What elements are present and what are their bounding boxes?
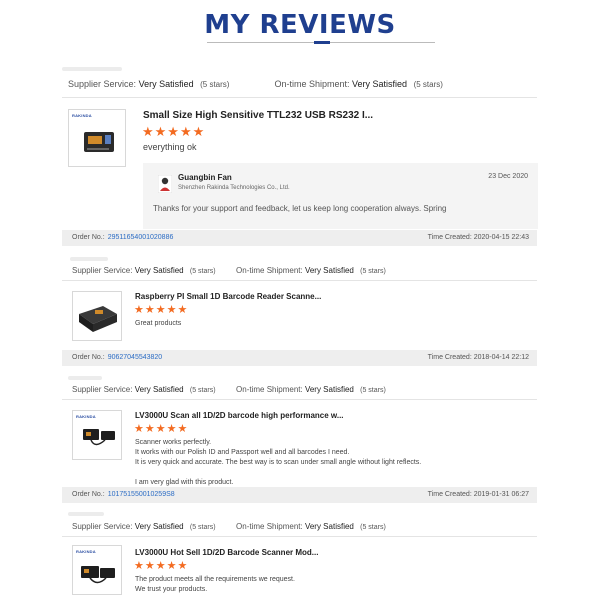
divider [62, 280, 537, 281]
barcode-module-icon [79, 306, 117, 332]
time-created-label: Time Created: [427, 234, 472, 241]
ontime-shipment-value: Very Satisfied [304, 522, 354, 531]
brand-logo-mark: RAKINDA [72, 113, 92, 118]
ontime-shipment-value: Very Satisfied [304, 266, 354, 275]
ontime-shipment-label: On-time Shipment: [274, 79, 350, 89]
blurred-header-line [70, 257, 108, 261]
review-ratings: Supplier Service: Very Satisfied (5 star… [72, 522, 386, 531]
review-text: everything ok [143, 142, 197, 152]
supplier-service-value: Very Satisfied [134, 385, 184, 394]
time-created-label: Time Created: [427, 491, 472, 498]
reply-company: Shenzhen Rakinda Technologies Co., Ltd. [178, 185, 290, 191]
product-thumbnail[interactable]: RAKINDA [68, 109, 126, 167]
page-title: MY REVIEWS [204, 10, 396, 40]
barcode-module-icon [84, 132, 114, 152]
product-title-link[interactable]: Raspberry PI Small 1D Barcode Reader Sca… [135, 292, 321, 301]
review-ratings: Supplier Service: Very Satisfied (5 star… [68, 79, 443, 89]
brand-logo-mark: RAKINDA [76, 414, 96, 419]
ontime-shipment-stars: (5 stars) [413, 80, 443, 89]
supplier-service-value: Very Satisfied [134, 266, 184, 275]
review-text: The product meets all the requirements w… [135, 575, 295, 595]
order-no-link[interactable]: 101751550010259S8 [108, 491, 175, 498]
ontime-shipment-label: On-time Shipment: [236, 522, 303, 531]
product-thumbnail[interactable]: RAKINDA [72, 410, 122, 460]
divider [62, 97, 537, 98]
ontime-shipment-stars: (5 stars) [360, 268, 386, 275]
time-created-value: 2019-01-31 06:27 [473, 491, 529, 498]
reply-text: Thanks for your support and feedback, le… [153, 204, 447, 213]
review-text-line: It is very quick and accurate. The best … [135, 459, 422, 466]
product-thumbnail[interactable] [72, 291, 122, 341]
blurred-header-line [62, 67, 122, 71]
product-thumbnail[interactable]: RAKINDA [72, 545, 122, 595]
brand-logo-mark: RAKINDA [76, 549, 96, 554]
ontime-shipment-label: On-time Shipment: [236, 385, 303, 394]
review-ratings: Supplier Service: Very Satisfied (5 star… [72, 385, 386, 394]
time-created-value: 2018-04-14 22:12 [473, 354, 529, 361]
rating-stars: ★★★★★ [134, 560, 189, 572]
supplier-service-stars: (5 stars) [189, 387, 216, 394]
review-text-line: We trust your products. [135, 586, 208, 593]
review-ratings: Supplier Service: Very Satisfied (5 star… [72, 266, 386, 275]
review-text-line [135, 468, 421, 478]
supplier-service-stars: (5 stars) [200, 80, 230, 89]
divider [62, 399, 537, 400]
order-no-link[interactable]: 90627045543820 [108, 354, 163, 361]
time-created-value: 2020-04-15 22:43 [473, 234, 529, 241]
review-text-line: Scanner works perfectly. [135, 439, 212, 446]
review-text-line: It works with our Polish ID and Passport… [135, 449, 350, 456]
rating-stars: ★★★★★ [134, 423, 189, 435]
ontime-shipment-stars: (5 stars) [360, 387, 386, 394]
order-info-bar: Order No.: 101751550010259S8 Time Created… [62, 487, 537, 503]
blurred-header-line [68, 376, 102, 380]
seller-reply: Guangbin Fan Shenzhen Rakinda Technologi… [143, 163, 538, 229]
rating-stars: ★★★★★ [134, 304, 189, 316]
review-text: Great products [135, 320, 182, 327]
reply-author-name: Guangbin Fan [178, 173, 232, 182]
order-no-label: Order No.: [72, 234, 105, 241]
time-created-label: Time Created: [427, 354, 472, 361]
ontime-shipment-value: Very Satisfied [304, 385, 354, 394]
order-no-label: Order No.: [72, 354, 105, 361]
ontime-shipment-value: Very Satisfied [352, 79, 408, 89]
supplier-service-stars: (5 stars) [189, 268, 216, 275]
product-title-link[interactable]: LV3000U Scan all 1D/2D barcode high perf… [135, 411, 344, 420]
supplier-service-label: Supplier Service: [72, 266, 133, 275]
product-title-link[interactable]: LV3000U Hot Sell 1D/2D Barcode Scanner M… [135, 548, 318, 557]
product-title-link[interactable]: Small Size High Sensitive TTL232 USB RS2… [143, 110, 373, 121]
order-no-link[interactable]: 29511654001020886 [108, 234, 174, 241]
supplier-service-label: Supplier Service: [72, 385, 133, 394]
title-accent [314, 41, 330, 44]
seller-avatar-icon [158, 175, 172, 193]
supplier-service-label: Supplier Service: [68, 79, 137, 89]
reply-date: 23 Dec 2020 [488, 173, 528, 180]
ontime-shipment-stars: (5 stars) [360, 524, 386, 531]
ontime-shipment-label: On-time Shipment: [236, 266, 303, 275]
order-no-label: Order No.: [72, 491, 105, 498]
review-text: Scanner works perfectly. It works with o… [135, 438, 421, 488]
supplier-service-stars: (5 stars) [189, 524, 216, 531]
rating-stars: ★★★★★ [142, 124, 206, 139]
order-info-bar: Order No.: 90627045543820 Time Created: 2… [62, 350, 537, 366]
review-text-line: The product meets all the requirements w… [135, 576, 295, 583]
divider [62, 536, 537, 537]
supplier-service-value: Very Satisfied [138, 79, 194, 89]
supplier-service-label: Supplier Service: [72, 522, 133, 531]
blurred-header-line [68, 512, 104, 516]
order-info-bar: Order No.: 29511654001020886 Time Created… [62, 230, 537, 246]
supplier-service-value: Very Satisfied [134, 522, 184, 531]
